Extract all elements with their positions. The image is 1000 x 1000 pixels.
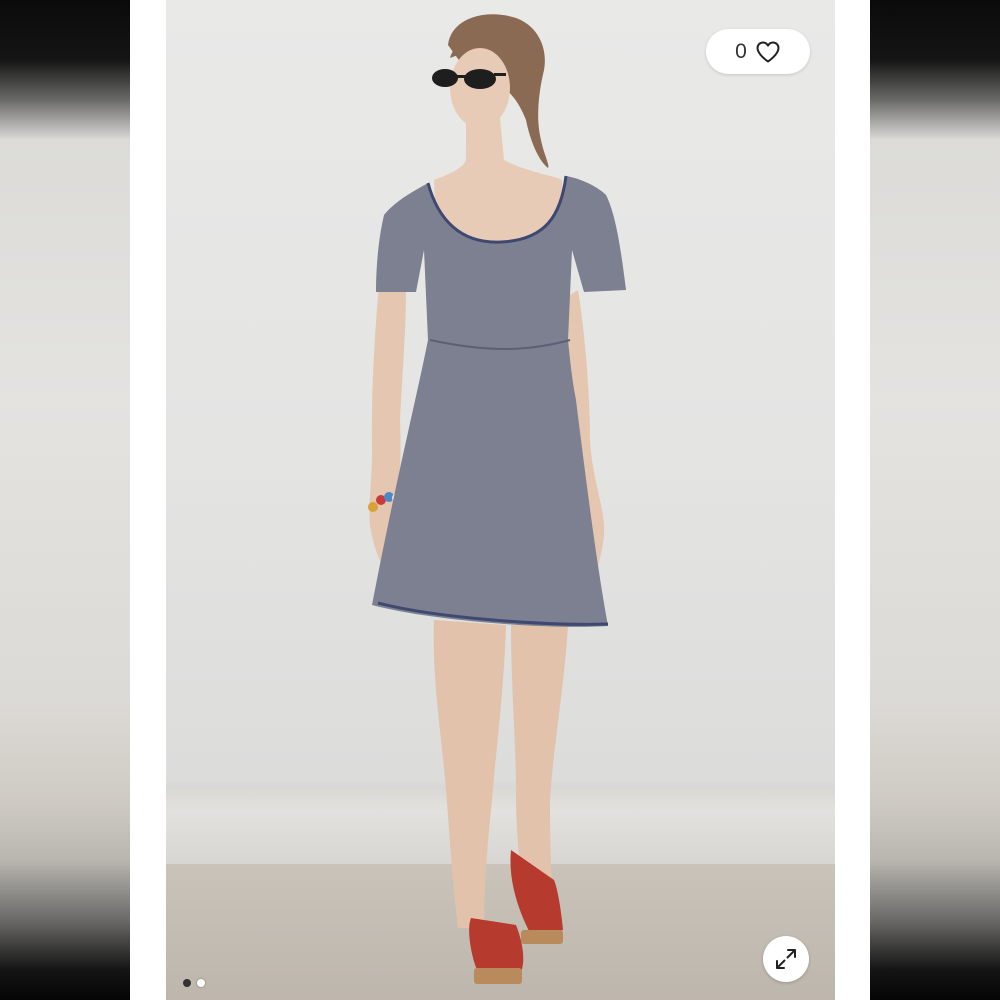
heart-icon bbox=[756, 41, 780, 62]
expand-button[interactable] bbox=[763, 936, 809, 982]
like-button[interactable]: 0 bbox=[706, 29, 810, 74]
pagination-dot-1[interactable] bbox=[183, 979, 191, 987]
blurred-backdrop-right bbox=[870, 0, 1000, 1000]
gallery-pagination bbox=[183, 979, 205, 987]
blurred-backdrop-left bbox=[0, 0, 130, 1000]
pagination-dot-2[interactable] bbox=[197, 979, 205, 987]
expand-arrows-icon bbox=[776, 949, 796, 969]
model-illustration bbox=[368, 14, 626, 984]
product-photo[interactable] bbox=[166, 0, 835, 1000]
like-count: 0 bbox=[735, 39, 747, 63]
